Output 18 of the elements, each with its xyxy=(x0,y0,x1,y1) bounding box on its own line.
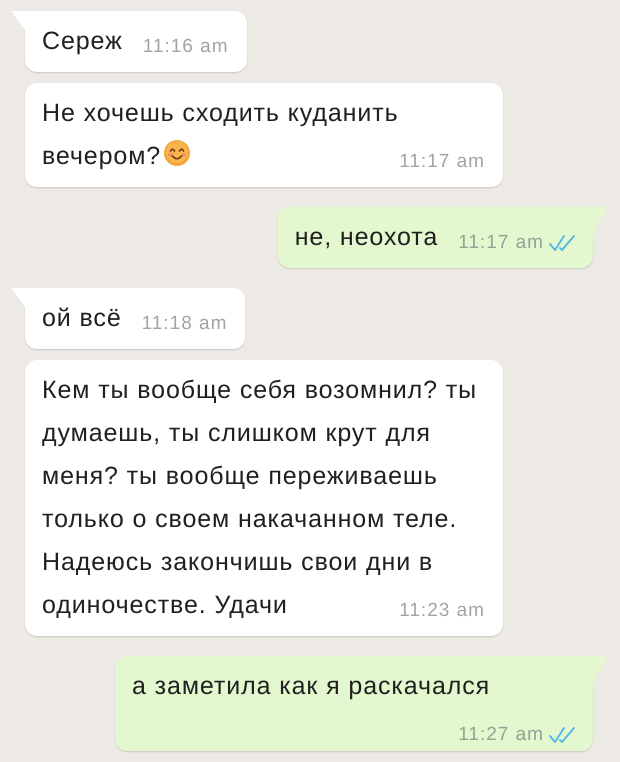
message-time: 11:17 am xyxy=(399,150,485,174)
message-time: 11:27 am xyxy=(458,723,544,747)
message-text: не, неохота xyxy=(294,223,438,251)
message-text: одиночестве. Удачи xyxy=(42,591,288,619)
message-time: 11:17 am xyxy=(458,231,544,255)
message-time: 11:23 am xyxy=(399,599,485,623)
message-time: 11:16 am xyxy=(142,35,229,59)
message-text: только о своем накачанном теле. xyxy=(42,505,458,533)
message-text: Сереж xyxy=(42,27,123,55)
message-text: ой всё xyxy=(42,304,122,332)
message-text: а заметила как я раскачался xyxy=(132,672,490,700)
message-text: меня? ты вообще переживаешь xyxy=(42,462,438,490)
message-text: Не хочешь сходить куданить xyxy=(42,99,399,127)
message-text: думаешь, ты слишком крут для xyxy=(42,419,431,447)
message-text: Кем ты вообще себя возомнил? ты xyxy=(42,376,478,404)
message-text: вечером? xyxy=(42,142,162,170)
message-time: 11:18 am xyxy=(142,312,228,336)
message-text: Надеюсь закончишь свои дни в xyxy=(42,548,434,576)
